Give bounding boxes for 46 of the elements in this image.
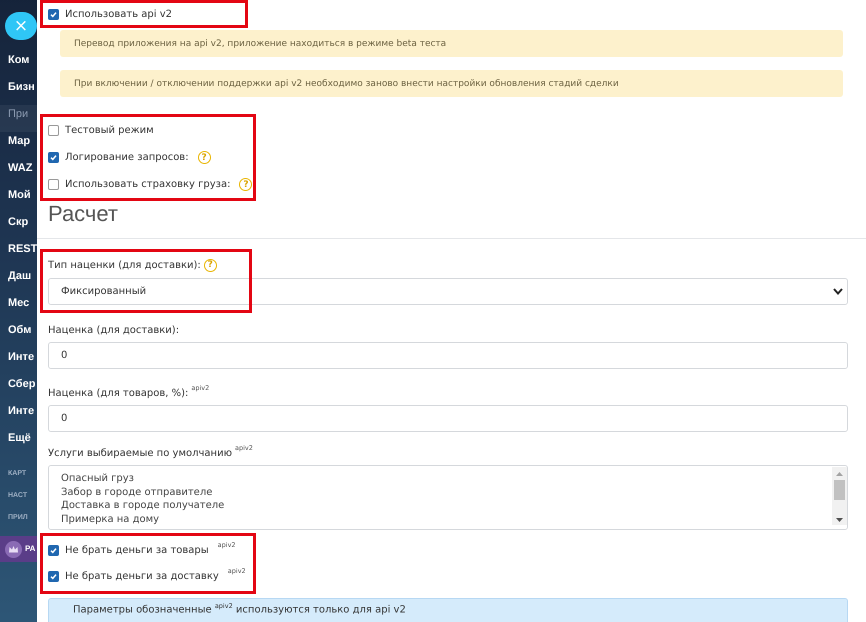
list-option[interactable]: Опасный груз	[61, 472, 832, 486]
list-option[interactable]: Примерка на дому	[61, 512, 832, 526]
sidebar-item[interactable]: Обм	[0, 321, 37, 348]
sidebar-item[interactable]: Даш	[0, 267, 37, 294]
info-message: Параметры обозначенные $^{apiv2}$ используются только для api v2	[48, 598, 848, 622]
checkbox-label: Использовать api v2	[65, 8, 172, 20]
checkbox[interactable]	[48, 8, 59, 20]
field-label: Наценка (для товаров, %):	[48, 388, 188, 398]
sidebar-item[interactable]: REST	[0, 240, 37, 267]
list-option[interactable]: Забор в городе отправителе	[61, 486, 832, 499]
field-label: Услуги выбираемые по умолчанию	[48, 448, 232, 458]
sidebar-item[interactable]: Ком	[0, 51, 37, 78]
checkbox-label: Тестовый режим	[65, 125, 154, 136]
checkbox[interactable]	[48, 125, 59, 136]
sidebar-item[interactable]: Мой	[0, 186, 37, 213]
select-field[interactable]: Фиксированный	[48, 278, 848, 305]
sidebar-item[interactable]: Инте	[0, 402, 37, 429]
checkbox-label: Не брать деньги за доставку	[65, 570, 219, 582]
input-field[interactable]: 0	[48, 405, 848, 432]
list-option[interactable]: Доставка в городе получателе	[61, 499, 832, 512]
sidebar-item[interactable]: Инте	[0, 348, 37, 375]
checkbox[interactable]	[48, 152, 59, 163]
scrollbar-drawing[interactable]	[832, 467, 847, 525]
sidebar-item[interactable]: Мар	[0, 132, 37, 159]
sidebar-item[interactable]: Мес	[0, 294, 37, 321]
chevron-down-icon	[833, 288, 843, 295]
sidebar-item[interactable]: WAZ	[0, 159, 37, 186]
checkbox-label: Логирование запросов:	[65, 152, 189, 163]
input-field[interactable]: 0	[48, 342, 848, 369]
sidebar-item[interactable]: Сбер	[0, 375, 37, 402]
alert-message: Перевод приложения на api v2, приложение находиться в режиме beta теста	[60, 30, 843, 57]
sidebar-item[interactable]: Скр	[0, 213, 37, 240]
section-heading: Расчет	[48, 200, 119, 228]
list-field[interactable]: Опасный груз Забор в городе отправителе Доставка в городе получателе Примерка на дому	[48, 465, 848, 530]
checkbox-label: Не брать деньги за товары	[65, 544, 209, 556]
sidebar-item[interactable]: Ещё	[0, 429, 37, 456]
sidebar-item[interactable]: РА	[25, 540, 36, 558]
checkbox-label: Использовать страховку груза:	[65, 179, 230, 190]
checkbox[interactable]	[48, 179, 59, 190]
field-label: Наценка (для доставки):	[48, 324, 180, 336]
crown-icon	[5, 540, 22, 558]
sidebar-item[interactable]: Бизн	[0, 78, 37, 105]
field-label: Тип наценки (для доставки):	[48, 260, 201, 270]
alert-message: При включении / отключении поддержки api v2 необходимо заново внести настройки обновления стадий сделки	[60, 70, 843, 97]
checkbox[interactable]	[48, 544, 59, 556]
checkbox[interactable]	[48, 570, 59, 582]
